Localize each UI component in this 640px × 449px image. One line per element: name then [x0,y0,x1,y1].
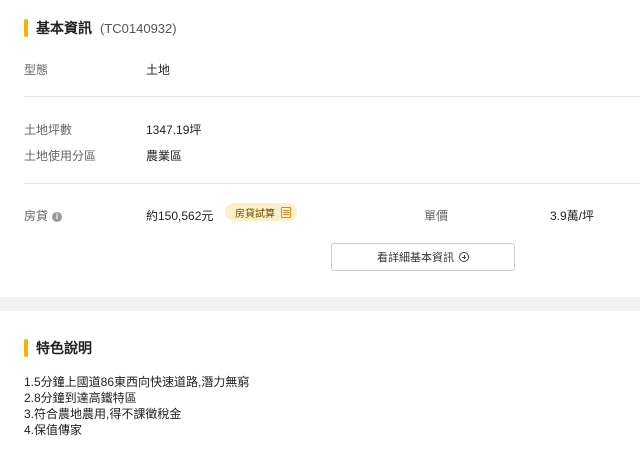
zoning-value: 農業區 [146,149,183,163]
basic-info-header: 基本資訊 (TC0140932) [24,18,177,38]
listing-code: (TC0140932) [100,20,177,36]
accent-bar [24,19,28,37]
feature-line: 3.符合農地農用,得不課徵稅金 [24,407,182,421]
type-value: 土地 [146,63,171,77]
land-size-label: 土地坪數 [24,123,73,137]
feature-line: 2.8分鐘到達高鐵特區 [24,391,137,405]
loan-calculator-label: 房貸試算 [235,208,275,220]
accent-bar [24,339,28,357]
calculator-icon [281,206,291,218]
features-title: 特色說明 [36,340,92,356]
loan-label-text: 房貸 [24,209,49,223]
feature-line: 1.5分鐘上國道86東西向快速道路,潛力無窮 [24,375,250,389]
loan-calculator-button[interactable]: 房貸試算 [225,203,297,221]
divider [24,96,640,97]
divider [24,183,640,184]
type-label: 型態 [24,63,49,77]
view-detail-label: 看詳細基本資訊 [377,252,454,264]
features-list: 1.5分鐘上國道86東西向快速道路,潛力無窮 2.8分鐘到達高鐵特區 3.符合農… [24,374,249,438]
loan-label: 房貸 i [24,207,63,224]
land-size-value: 1347.19坪 [146,123,202,137]
info-icon[interactable]: i [52,212,63,222]
basic-info-title: 基本資訊 [36,20,92,36]
loan-value: 約150,562元 [146,209,214,223]
zoning-label: 土地使用分區 [24,149,97,163]
plus-circle-icon [459,252,469,262]
view-detail-button[interactable]: 看詳細基本資訊 [331,243,515,271]
section-separator [0,297,640,311]
unit-price-label: 單價 [424,209,449,223]
features-header: 特色說明 [24,338,92,358]
unit-price-value: 3.9萬/坪 [550,209,595,223]
feature-line: 4.保值傳家 [24,423,83,437]
